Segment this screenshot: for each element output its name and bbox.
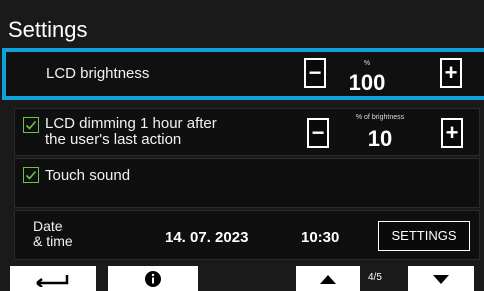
lcd-dimming-checkbox[interactable]	[23, 117, 39, 133]
arrow-up-icon	[320, 274, 336, 284]
lcd-dimming-label-line2: the user's last action	[45, 131, 182, 148]
date-time-label-line1: Date	[33, 218, 63, 234]
dimming-value: 10	[367, 126, 393, 151]
touch-sound-row[interactable]: Touch sound	[14, 158, 480, 208]
date-time-row: Date & time 14. 07. 2023 10:30 SETTINGS	[14, 210, 480, 260]
time-value: 10:30	[301, 229, 340, 246]
dimming-decrease-button[interactable]: −	[307, 118, 329, 148]
page-indicator: 4/5	[368, 272, 382, 283]
dimming-increase-button[interactable]: +	[441, 118, 463, 148]
back-button[interactable]	[10, 266, 96, 291]
bottom-nav: 4/5	[0, 262, 484, 291]
lcd-brightness-label: LCD brightness	[46, 65, 150, 82]
date-value: 14. 07. 2023	[165, 229, 249, 246]
page-title: Settings	[8, 17, 88, 42]
return-arrow-icon	[36, 274, 69, 287]
brightness-increase-button[interactable]: +	[440, 58, 462, 88]
dimming-unit: % of brightness	[355, 114, 405, 121]
arrow-down-icon	[433, 274, 449, 284]
lcd-dimming-label-line1: LCD dimming 1 hour after	[45, 115, 217, 132]
lcd-brightness-row[interactable]: LCD brightness − % 100 +	[2, 48, 484, 100]
brightness-unit: %	[363, 60, 371, 67]
scroll-up-button[interactable]	[296, 266, 360, 291]
lcd-dimming-row[interactable]: LCD dimming 1 hour after the user's last…	[14, 108, 480, 156]
touch-sound-label: Touch sound	[45, 167, 131, 184]
brightness-value: 100	[348, 70, 386, 95]
info-button[interactable]	[108, 266, 198, 291]
title-bar: Settings	[0, 0, 484, 48]
scroll-down-button[interactable]	[408, 266, 474, 291]
settings-screen: Settings LCD brightness − % 100 + LCD di…	[0, 0, 484, 291]
checkmark-icon	[25, 170, 37, 180]
date-time-settings-button[interactable]: SETTINGS	[378, 221, 470, 251]
date-time-label-line2: & time	[33, 233, 73, 249]
checkmark-icon	[25, 120, 37, 130]
touch-sound-checkbox[interactable]	[23, 167, 39, 183]
info-icon	[145, 270, 161, 287]
